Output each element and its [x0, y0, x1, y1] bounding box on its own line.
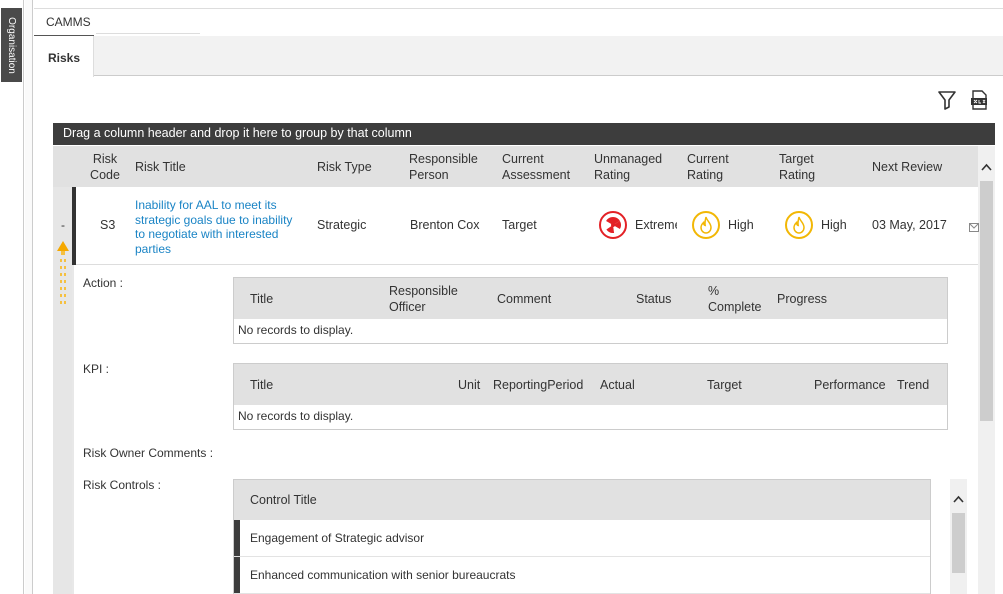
risk-controls-label: Risk Controls : [83, 478, 162, 492]
collapse-icon[interactable]: - [61, 218, 65, 232]
target-rating: High [785, 211, 847, 239]
risk-code: S3 [100, 218, 116, 232]
kpi-empty-message: No records to display. [238, 409, 354, 423]
panel-splitter[interactable] [25, 0, 33, 594]
controls-header-title[interactable]: Control Title [234, 480, 930, 520]
header-risk-type[interactable]: Risk Type [317, 159, 372, 175]
header-next-review[interactable]: Next Review [872, 159, 942, 175]
header-current-rating[interactable]: Current Rating [687, 151, 747, 183]
kpi-header-trend[interactable]: Trend [897, 377, 929, 393]
top-tab-bar: CAMMS [34, 8, 1003, 37]
organisation-tab[interactable]: Organisation [1, 8, 22, 82]
kpi-header-performance[interactable]: Performance [814, 377, 886, 393]
next-review-date: 03 May, 2017 [872, 218, 947, 232]
header-unmanaged-rating[interactable]: Unmanaged Rating [594, 151, 674, 183]
kpi-header-period[interactable]: ReportingPeriod [493, 377, 583, 393]
scroll-thumb[interactable] [980, 181, 993, 421]
scroll-thumb[interactable] [952, 513, 965, 573]
header-risk-title[interactable]: Risk Title [135, 159, 186, 175]
detail-divider [72, 265, 74, 594]
tab-risks[interactable]: Risks [34, 36, 94, 77]
tab-camms-label: CAMMS [46, 15, 91, 29]
control-title: Engagement of Strategic advisor [250, 531, 425, 545]
kpi-header-target[interactable]: Target [707, 377, 742, 393]
tab-camms[interactable]: CAMMS [34, 9, 94, 37]
risk-title-link[interactable]: Inability for AAL to meet its strategic … [135, 198, 300, 256]
current-rating-label: High [728, 218, 754, 232]
tab-risks-label: Risks [48, 51, 81, 65]
header-responsible-person[interactable]: Responsible Person [409, 151, 489, 183]
action-empty-message: No records to display. [238, 323, 354, 337]
action-header-title[interactable]: Title [250, 291, 273, 307]
risk-owner-comments-label: Risk Owner Comments : [83, 446, 214, 460]
tab-empty [96, 9, 200, 34]
responsible-person: Brenton Cox [410, 218, 480, 232]
organisation-tab-label: Organisation [6, 16, 18, 74]
grid-scrollbar[interactable] [978, 146, 995, 594]
mail-icon[interactable] [969, 221, 979, 232]
detail-expander-strip [53, 241, 72, 594]
radiation-icon [599, 211, 627, 239]
action-header-comment[interactable]: Comment [497, 291, 551, 307]
current-assessment: Target [502, 218, 537, 232]
kpi-header-title[interactable]: Title [250, 377, 273, 393]
xlsx-export-icon[interactable] [970, 90, 988, 110]
controls-scrollbar[interactable] [950, 479, 967, 594]
kpi-grid-header: Title Unit ReportingPeriod Actual Target… [234, 364, 947, 405]
risk-controls-grid: Control Title Engagement of Strategic ad… [233, 479, 931, 594]
flame-icon [692, 211, 720, 239]
action-grid-header: Title Responsible Officer Comment Status… [234, 278, 947, 319]
sub-tab-bar: Risks [34, 36, 1003, 77]
kpi-header-unit[interactable]: Unit [458, 377, 480, 393]
unmanaged-rating-label: Extreme [635, 218, 677, 232]
action-header-officer[interactable]: Responsible Officer [389, 283, 479, 315]
flame-icon [785, 211, 813, 239]
target-rating-label: High [821, 218, 847, 232]
kpi-header-actual[interactable]: Actual [600, 377, 635, 393]
scroll-up-icon[interactable] [980, 160, 993, 174]
kpi-label: KPI : [83, 362, 110, 376]
row-indicator [234, 520, 240, 556]
action-label: Action : [83, 276, 124, 290]
kpi-grid: Title Unit ReportingPeriod Actual Target… [233, 363, 948, 430]
unmanaged-rating: Extreme [599, 211, 677, 239]
action-header-progress[interactable]: Progress [777, 291, 827, 307]
header-current-assessment[interactable]: Current Assessment [502, 151, 582, 183]
scroll-up-icon[interactable] [952, 493, 965, 505]
current-rating: High [692, 211, 754, 239]
table-row[interactable]: - S3 Inability for AAL to meet its strat… [53, 187, 979, 265]
action-grid: Title Responsible Officer Comment Status… [233, 277, 948, 344]
left-panel: Organisation [0, 0, 24, 594]
action-header-complete[interactable]: % Complete [708, 283, 768, 315]
group-by-hint: Drag a column header and drop it here to… [63, 126, 412, 140]
list-item[interactable]: Engagement of Strategic advisor [234, 520, 930, 557]
header-target-rating[interactable]: Target Rating [779, 151, 839, 183]
row-indicator [72, 187, 76, 265]
group-by-bar[interactable]: Drag a column header and drop it here to… [53, 123, 995, 145]
drag-handle-icon[interactable] [56, 241, 70, 336]
action-header-status[interactable]: Status [636, 291, 671, 307]
list-item[interactable]: Enhanced communication with senior burea… [234, 557, 930, 594]
control-title: Enhanced communication with senior burea… [250, 568, 516, 582]
grid-header: Risk Code Risk Title Risk Type Responsib… [53, 146, 978, 187]
filter-icon[interactable] [938, 90, 956, 110]
risk-type: Strategic [317, 218, 367, 232]
header-risk-code[interactable]: Risk Code [89, 151, 121, 183]
row-indicator [234, 557, 240, 593]
